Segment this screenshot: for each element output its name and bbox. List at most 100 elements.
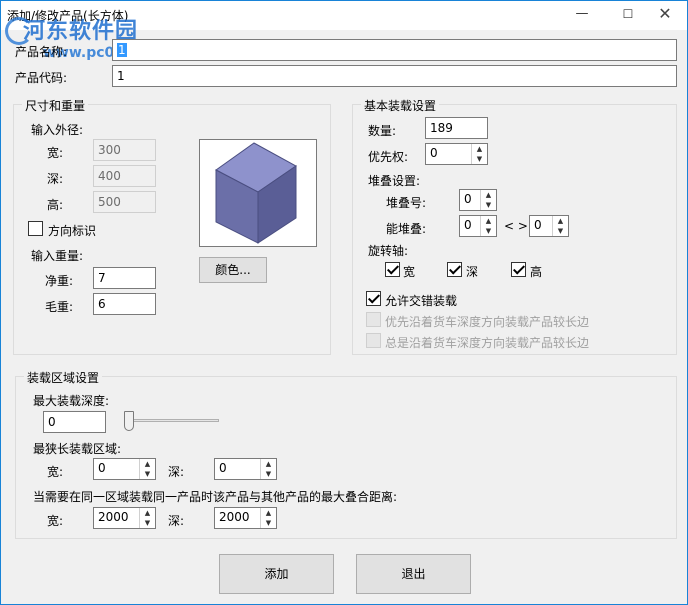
- narrow-depth-arrows: ▲ ▼: [260, 459, 276, 479]
- depth-input[interactable]: 400: [93, 165, 156, 187]
- max-depth-input[interactable]: 0: [43, 411, 106, 433]
- priority-stepper[interactable]: 0 ▲ ▼: [425, 143, 488, 165]
- outer-dims-label: 输入外径:: [31, 123, 84, 137]
- quantity-input[interactable]: 189: [425, 117, 488, 139]
- stack-capacity-label: 能堆叠:: [386, 222, 427, 236]
- rotation-axis-label: 旋转轴:: [368, 244, 409, 258]
- spin-up-icon[interactable]: ▲: [261, 508, 276, 518]
- priority-value: 0: [430, 146, 438, 160]
- spin-down-icon[interactable]: ▼: [261, 518, 276, 528]
- priority-label: 优先权:: [368, 150, 409, 164]
- max-depth-slider-track[interactable]: [131, 419, 219, 422]
- depth-label: 深:: [47, 172, 64, 186]
- stack-number-label: 堆叠号:: [386, 196, 427, 210]
- width-label: 宽:: [47, 146, 64, 160]
- dialog-window: 添加/修改产品(长方体) — ☐ ✕ 河东软件园 www.pc0359.cn 产…: [0, 0, 688, 605]
- net-weight-input[interactable]: 7: [93, 267, 156, 289]
- depth-always-checkbox[interactable]: [366, 333, 381, 348]
- narrow-depth-stepper[interactable]: 0 ▲ ▼: [214, 458, 277, 480]
- stack-capacity-min-arrows: ▲ ▼: [480, 216, 496, 236]
- minimize-icon[interactable]: —: [559, 1, 605, 29]
- overlap-width-value: 2000: [98, 510, 129, 524]
- overlap-width-stepper[interactable]: 2000 ▲ ▼: [93, 507, 156, 529]
- gross-weight-input[interactable]: 6: [93, 293, 156, 315]
- add-button[interactable]: 添加: [219, 554, 334, 594]
- close-icon[interactable]: ✕: [643, 1, 687, 29]
- gross-weight-label: 毛重:: [45, 300, 74, 314]
- width-input[interactable]: 300: [93, 139, 156, 161]
- depth-always-label: 总是沿着货车深度方向装载产品较长边: [385, 336, 590, 350]
- exit-button[interactable]: 退出: [356, 554, 471, 594]
- product-name-input[interactable]: 1: [112, 39, 677, 61]
- spin-up-icon[interactable]: ▲: [481, 216, 496, 226]
- spin-down-icon[interactable]: ▼: [553, 226, 568, 236]
- max-depth-slider-thumb[interactable]: [124, 411, 134, 431]
- overlap-label: 当需要在同一区域装载同一产品时该产品与其他产品的最大叠合距离:: [33, 490, 398, 504]
- depth-first-label: 优先沿着货车深度方向装载产品较长边: [385, 315, 590, 329]
- stack-capacity-max-value: 0: [534, 218, 542, 232]
- orientation-label: 方向标识: [48, 224, 97, 238]
- cube-icon: [215, 142, 297, 244]
- product-name-label: 产品名称:: [15, 45, 68, 59]
- spin-down-icon[interactable]: ▼: [261, 469, 276, 479]
- rotate-width-label: 宽: [403, 265, 416, 279]
- loading-area-title: 装载区域设置: [24, 369, 103, 386]
- product-code-label: 产品代码:: [15, 71, 68, 85]
- priority-arrows: ▲ ▼: [471, 144, 487, 164]
- rotate-width-checkbox[interactable]: [385, 262, 400, 277]
- interleave-checkbox[interactable]: [366, 291, 381, 306]
- spin-up-icon[interactable]: ▲: [261, 459, 276, 469]
- product-code-input[interactable]: 1: [112, 65, 677, 87]
- quantity-label: 数量:: [368, 124, 397, 138]
- rotate-depth-label: 深: [466, 265, 479, 279]
- orientation-checkbox[interactable]: [28, 221, 43, 236]
- spin-down-icon[interactable]: ▼: [481, 226, 496, 236]
- spin-down-icon[interactable]: ▼: [472, 154, 487, 164]
- stack-capacity-min-value: 0: [464, 218, 472, 232]
- spin-up-icon[interactable]: ▲: [553, 216, 568, 226]
- narrow-depth-label: 深:: [168, 465, 185, 479]
- max-depth-label: 最大装载深度:: [33, 394, 110, 408]
- spin-up-icon[interactable]: ▲: [140, 508, 155, 518]
- basic-loading-title: 基本装载设置: [361, 97, 440, 114]
- stack-capacity-max-stepper[interactable]: 0 ▲ ▼: [529, 215, 569, 237]
- narrow-area-label: 最狭长装载区域:: [33, 442, 122, 456]
- stack-settings-label: 堆叠设置:: [368, 174, 421, 188]
- narrow-width-stepper[interactable]: 0 ▲ ▼: [93, 458, 156, 480]
- spin-up-icon[interactable]: ▲: [481, 190, 496, 200]
- weight-label: 输入重量:: [31, 249, 84, 263]
- overlap-width-label: 宽:: [47, 514, 64, 528]
- height-label: 高:: [47, 198, 64, 212]
- range-separator: < >: [504, 219, 528, 233]
- narrow-width-label: 宽:: [47, 465, 64, 479]
- spin-down-icon[interactable]: ▼: [481, 200, 496, 210]
- overlap-depth-arrows: ▲ ▼: [260, 508, 276, 528]
- narrow-depth-value: 0: [219, 461, 227, 475]
- stack-number-value: 0: [464, 192, 472, 206]
- height-input[interactable]: 500: [93, 191, 156, 213]
- stack-capacity-max-arrows: ▲ ▼: [552, 216, 568, 236]
- stack-capacity-min-stepper[interactable]: 0 ▲ ▼: [459, 215, 497, 237]
- color-button[interactable]: 颜色...: [199, 257, 267, 283]
- rotate-depth-checkbox[interactable]: [447, 262, 462, 277]
- product-name-value: 1: [117, 43, 127, 57]
- overlap-depth-stepper[interactable]: 2000 ▲ ▼: [214, 507, 277, 529]
- spin-down-icon[interactable]: ▼: [140, 469, 155, 479]
- spin-up-icon[interactable]: ▲: [472, 144, 487, 154]
- dims-weight-title: 尺寸和重量: [22, 97, 89, 114]
- overlap-width-arrows: ▲ ▼: [139, 508, 155, 528]
- rotate-height-label: 高: [530, 265, 543, 279]
- cube-preview: [199, 139, 317, 247]
- spin-up-icon[interactable]: ▲: [140, 459, 155, 469]
- overlap-depth-value: 2000: [219, 510, 250, 524]
- overlap-depth-label: 深:: [168, 514, 185, 528]
- narrow-width-value: 0: [98, 461, 106, 475]
- stack-number-stepper[interactable]: 0 ▲ ▼: [459, 189, 497, 211]
- spin-down-icon[interactable]: ▼: [140, 518, 155, 528]
- rotate-height-checkbox[interactable]: [511, 262, 526, 277]
- stack-number-arrows: ▲ ▼: [480, 190, 496, 210]
- depth-first-checkbox[interactable]: [366, 312, 381, 327]
- interleave-label: 允许交错装载: [385, 294, 458, 308]
- net-weight-label: 净重:: [45, 274, 74, 288]
- narrow-width-arrows: ▲ ▼: [139, 459, 155, 479]
